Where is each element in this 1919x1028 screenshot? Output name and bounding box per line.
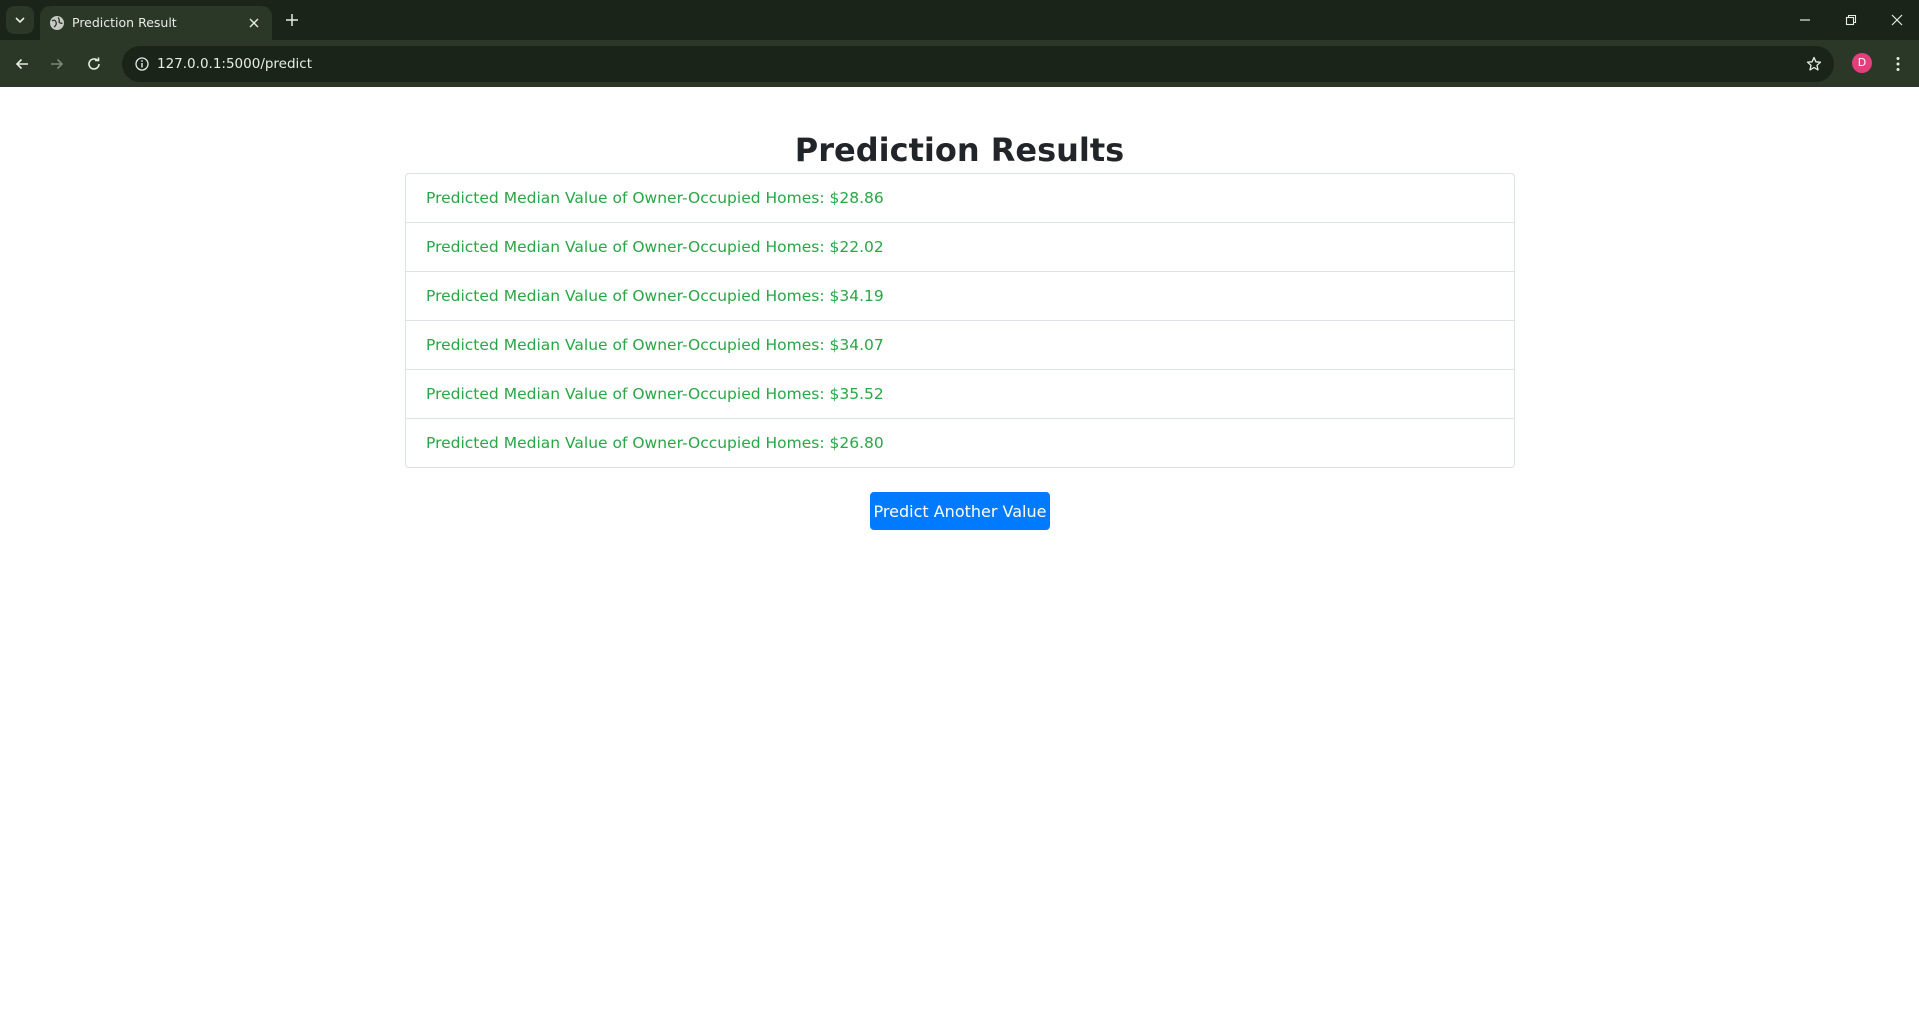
new-tab-button[interactable] [280,8,304,32]
page-content: Prediction Results Predicted Median Valu… [0,87,1919,1028]
browser-menu-button[interactable] [1886,50,1910,78]
window-close-icon [1891,14,1903,26]
back-arrow-icon [15,58,28,70]
reload-icon [88,57,100,70]
list-item: Predicted Median Value of Owner-Occupied… [406,418,1514,467]
window-close-button[interactable] [1880,6,1914,34]
predict-another-button[interactable]: Predict Another Value [870,492,1050,530]
active-tab[interactable]: Prediction Result [40,6,272,40]
site-info-button[interactable] [130,52,154,76]
minimize-icon [1800,19,1810,21]
tab-list-icon [15,17,25,24]
star-icon [1806,56,1822,71]
kebab-menu-icon [1896,57,1900,71]
restore-icon [1845,14,1857,26]
address-bar[interactable]: 127.0.0.1:5000/predict [122,46,1834,82]
tab-title: Prediction Result [72,15,177,30]
site-info-icon [135,57,149,71]
list-item: Predicted Median Value of Owner-Occupied… [406,369,1514,418]
back-button[interactable] [8,50,36,78]
browser-toolbar: 127.0.0.1:5000/predict D [0,40,1919,87]
minimize-button[interactable] [1788,6,1822,34]
forward-button[interactable] [43,50,71,78]
plus-icon [286,14,298,26]
list-item: Predicted Median Value of Owner-Occupied… [406,222,1514,271]
list-item: Predicted Median Value of Owner-Occupied… [426,189,884,207]
page-title: Prediction Results [794,131,1125,170]
url-text: 127.0.0.1:5000/predict [157,56,313,72]
browser-tab-bar: Prediction Result [0,0,1919,40]
list-item: Predicted Median Value of Owner-Occupied… [406,271,1514,320]
reload-button[interactable] [80,50,108,78]
list-item: Predicted Median Value of Owner-Occupied… [406,320,1514,369]
results-list: Predicted Median Value of Owner-Occupied… [405,173,1515,468]
tab-list-button[interactable] [6,6,34,34]
restore-button[interactable] [1834,6,1868,34]
bookmark-button[interactable] [1802,52,1826,76]
profile-avatar[interactable]: D [1852,53,1872,73]
close-icon [249,18,259,28]
globe-icon [50,16,64,30]
tab-close-button[interactable] [244,13,264,33]
forward-arrow-icon [51,58,64,70]
